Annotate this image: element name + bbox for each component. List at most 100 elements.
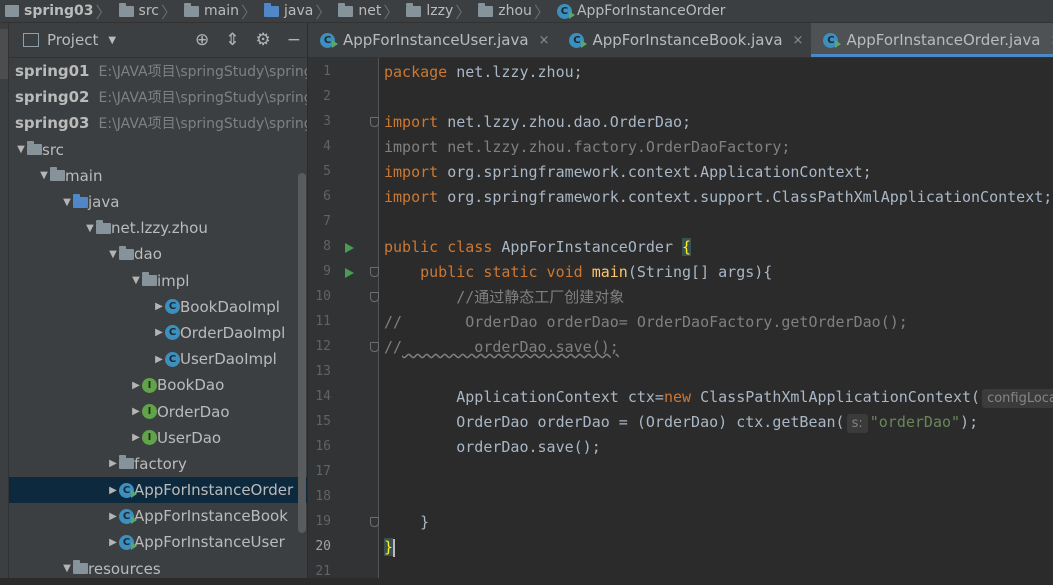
tree-item-orderdao[interactable]: ▶ I OrderDao [9, 398, 307, 424]
tree-item-label: factory [134, 454, 187, 473]
tree-item-spring02[interactable]: spring02 E:\JAVA项目\springStudy\spring02 [9, 84, 307, 110]
gutter-line: 7 [308, 210, 378, 235]
chevron-down-icon[interactable]: ▼ [107, 249, 119, 260]
chevron-right-icon[interactable]: ▶ [153, 354, 165, 365]
chevron-down-icon[interactable]: ▼ [84, 223, 96, 234]
tab-appforinstancebook-java[interactable]: C AppForInstanceBook.java × [557, 23, 811, 57]
tree-item-main[interactable]: ▼ main [9, 163, 307, 189]
breadcrumb-item[interactable]: zhou [473, 0, 532, 22]
code-editor[interactable]: package net.lzzy.zhou; import net.lzzy.zh… [379, 58, 1053, 578]
fold-marker-icon[interactable] [370, 342, 379, 352]
tree-item-appforinstanceuser[interactable]: ▶ C AppForInstanceUser [9, 529, 307, 555]
chevron-right-icon[interactable]: ▶ [107, 485, 119, 496]
chevron-down-icon[interactable]: ▼ [130, 275, 142, 286]
gutter-line: 3 [308, 110, 379, 135]
package-icon [478, 2, 494, 17]
chevron-right-icon[interactable]: ▶ [130, 380, 142, 391]
tree-item-src[interactable]: ▼ src [9, 137, 307, 163]
run-icon[interactable] [345, 268, 354, 278]
gutter-line: 16 [308, 435, 378, 460]
package-icon [338, 2, 354, 17]
tree-item-spring01[interactable]: spring01 E:\JAVA项目\springStudy\spring01 [9, 58, 307, 84]
close-icon[interactable]: × [793, 33, 804, 48]
line-number: 6 [323, 189, 331, 204]
code-line: orderDao.save(); [384, 435, 601, 460]
code-token: net.lzzy.zhou; [456, 63, 583, 81]
code-token: import [384, 188, 448, 206]
breadcrumb-separator: 〉 [161, 3, 178, 22]
breadcrumb-item[interactable]: spring03 [0, 0, 94, 22]
gutter-line: 1 [308, 60, 378, 85]
tree-item-orderdaoimpl[interactable]: ▶ C OrderDaoImpl [9, 320, 307, 346]
chevron-down-icon[interactable]: ▼ [108, 35, 116, 46]
tab-appforinstanceuser-java[interactable]: C AppForInstanceUser.java × [308, 23, 557, 57]
folder-icon [50, 167, 65, 182]
chevron-right-icon[interactable]: ▶ [107, 537, 119, 548]
tree-item-dao[interactable]: ▼ dao [9, 241, 307, 267]
navigation-breadcrumb: spring03 〉 src 〉 main 〉 java 〉 net 〉 lzzy 〉 zhou 〉 C Ap… [0, 0, 1053, 23]
line-number: 3 [323, 114, 331, 129]
chevron-down-icon[interactable]: ▼ [15, 144, 27, 155]
code-token: import [384, 163, 448, 181]
code-token: configLocation: [982, 389, 1053, 408]
class-icon: C [165, 351, 180, 367]
tree-item-appforinstancebook[interactable]: ▶ C AppForInstanceBook [9, 503, 307, 529]
code-token: main [591, 263, 628, 281]
line-number: 16 [315, 439, 331, 454]
code-token: ); [960, 413, 979, 431]
tree-item-bookdao[interactable]: ▶ I BookDao [9, 372, 307, 398]
breadcrumb-label: java [284, 3, 314, 19]
code-token: // OrderDao orderDao= OrderDaoFactory.ge… [384, 313, 908, 331]
code-token: org.springframework.context.ApplicationC… [447, 163, 872, 181]
breadcrumb-item[interactable]: net [333, 0, 381, 22]
tree-item-appforinstanceorder[interactable]: ▶ C AppForInstanceOrder [9, 477, 307, 504]
breadcrumb-item[interactable]: src [114, 0, 159, 22]
breadcrumb-label: spring03 [24, 3, 94, 19]
chevron-right-icon[interactable]: ▶ [153, 327, 165, 338]
chevron-right-icon[interactable]: ▶ [153, 301, 165, 312]
tab-appforinstanceorder-java[interactable]: CAppForInstanceOrder.java× [811, 23, 1053, 57]
fold-marker-icon[interactable] [370, 267, 379, 277]
breadcrumb-label: main [204, 3, 239, 19]
breadcrumb-item[interactable]: lzzy [401, 0, 453, 22]
tree-item-userdao[interactable]: ▶ I UserDao [9, 425, 307, 451]
tree-item-java[interactable]: ▼ java [9, 189, 307, 215]
fold-marker-icon[interactable] [370, 292, 379, 302]
collapse-icon[interactable]: ⇕ [225, 30, 239, 50]
text-caret [393, 538, 396, 557]
close-icon[interactable]: × [539, 33, 550, 48]
gear-icon[interactable]: ⚙ [256, 30, 271, 50]
tree-item-userdaoimpl[interactable]: ▶ C UserDaoImpl [9, 346, 307, 372]
tree-item-bookdaoimpl[interactable]: ▶ C BookDaoImpl [9, 294, 307, 320]
project-tool-window-tab[interactable] [0, 29, 8, 79]
breadcrumb-item[interactable]: java [259, 0, 313, 22]
runnable-class-icon: C [119, 482, 137, 498]
chevron-right-icon[interactable]: ▶ [130, 406, 142, 417]
tree-scrollbar[interactable] [298, 173, 306, 533]
code-token: ClassPathXmlApplicationContext( [700, 388, 981, 406]
project-view-title[interactable]: Project [47, 31, 98, 49]
chevron-down-icon[interactable]: ▼ [38, 170, 50, 181]
fold-marker-icon[interactable] [370, 517, 379, 527]
fold-marker-icon[interactable] [370, 117, 379, 127]
tree-item-label: resources [88, 559, 161, 578]
tree-item-spring03[interactable]: spring03 E:\JAVA项目\springStudy\spring03 [9, 110, 307, 136]
locate-icon[interactable]: ⊕ [195, 30, 209, 50]
tree-item-impl[interactable]: ▼ impl [9, 268, 307, 294]
code-token: orderDao.save(); [384, 438, 601, 456]
minimize-icon[interactable]: − [287, 30, 301, 50]
code-line: import net.lzzy.zhou.factory.OrderDaoFac… [384, 135, 790, 160]
chevron-right-icon[interactable]: ▶ [130, 432, 142, 443]
tree-item-factory[interactable]: ▶ factory [9, 451, 307, 477]
tree-item-net-lzzy-zhou[interactable]: ▼ net.lzzy.zhou [9, 215, 307, 241]
run-icon[interactable] [345, 243, 354, 253]
chevron-down-icon[interactable]: ▼ [61, 197, 73, 208]
chevron-right-icon[interactable]: ▶ [107, 511, 119, 522]
chevron-down-icon[interactable]: ▼ [61, 563, 73, 574]
chevron-right-icon[interactable]: ▶ [107, 458, 119, 469]
breadcrumb-separator: 〉 [95, 3, 112, 22]
class-icon: C [556, 3, 575, 19]
line-number: 4 [323, 139, 331, 154]
breadcrumb-item[interactable]: C AppForInstanceOrder [552, 0, 726, 22]
breadcrumb-item[interactable]: main [179, 0, 239, 22]
